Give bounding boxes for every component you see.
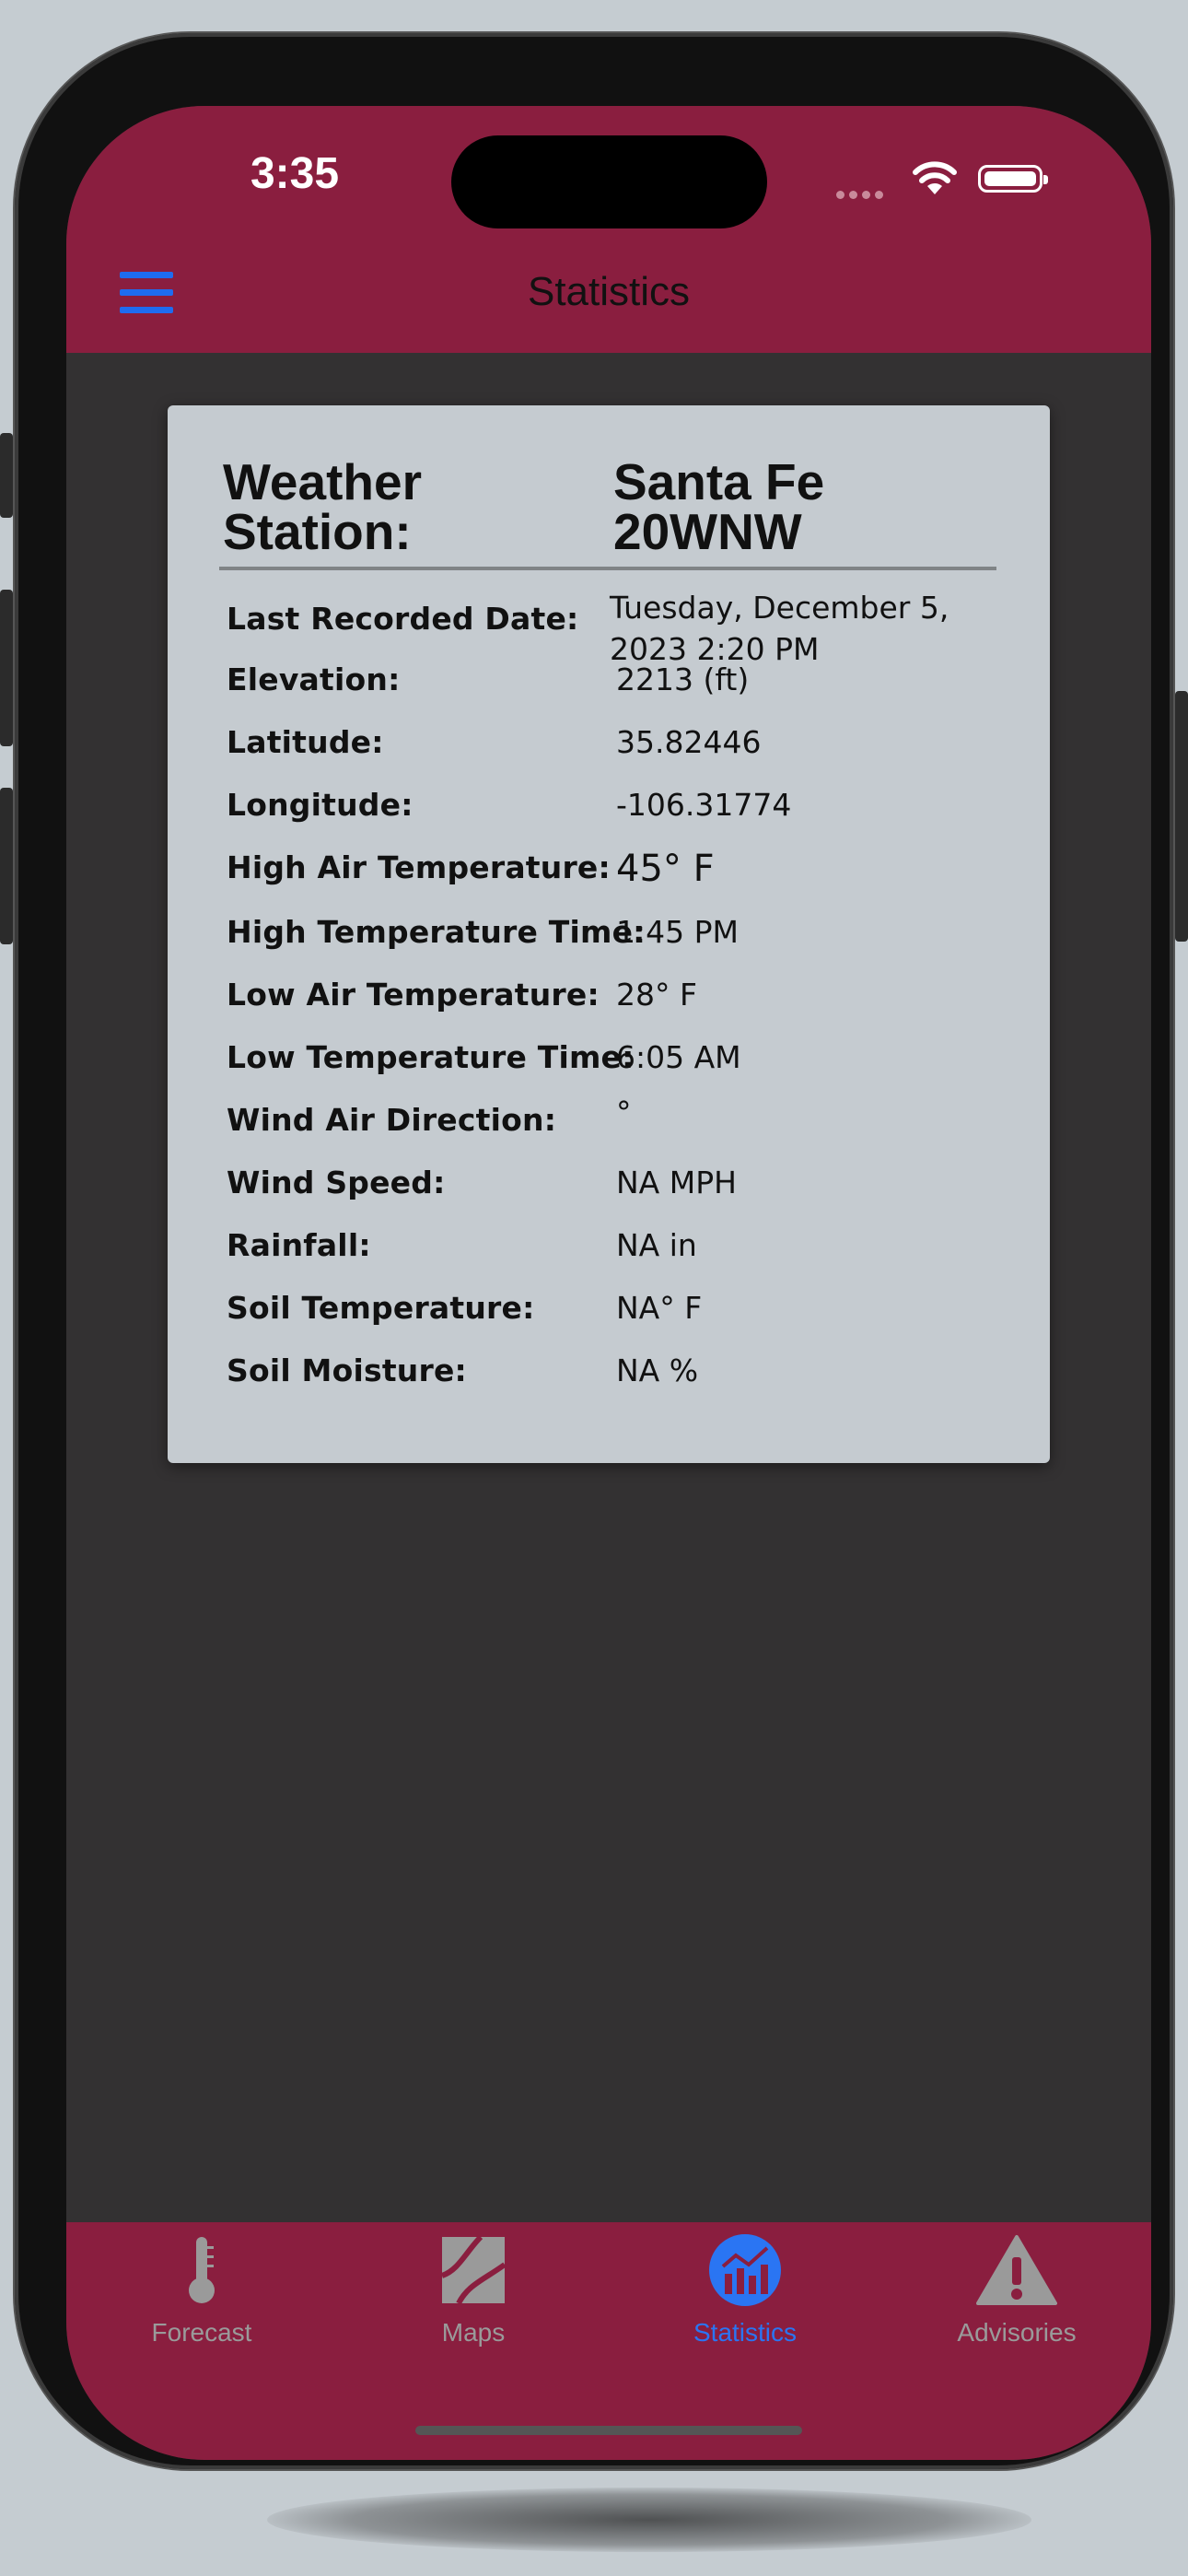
status-time: 3:35: [250, 149, 340, 198]
row-value: NA° F: [616, 1290, 703, 1326]
row-label: Soil Temperature:: [227, 1290, 535, 1326]
row-label: High Temperature Time:: [227, 914, 646, 950]
row-value: NA in: [616, 1227, 697, 1263]
row-value: 28° F: [616, 977, 697, 1013]
row-value: 6:05 AM: [616, 1039, 741, 1075]
battery-icon: [978, 165, 1048, 193]
tab-statistics[interactable]: Statistics: [653, 2233, 837, 2348]
cellular-signal-icon: [836, 185, 888, 203]
bottom-tab-bar: Forecast Maps Statistics Advisories: [66, 2222, 1151, 2460]
row-value: 35.82446: [616, 724, 762, 760]
row-label: Latitude:: [227, 724, 384, 760]
row-value: 1:45 PM: [616, 914, 739, 950]
tab-label: Advisories: [957, 2318, 1077, 2347]
row-label: Wind Air Direction:: [227, 1102, 557, 1138]
phone-frame: 3:35 Statistics Weather Station: Santa F…: [15, 33, 1173, 2469]
power-button: [1175, 691, 1188, 942]
row-label: Low Temperature Time:: [227, 1039, 635, 1075]
station-name: Santa Fe 20WNW: [613, 453, 825, 560]
row-value: -106.31774: [616, 787, 792, 823]
row-label: Rainfall:: [227, 1227, 371, 1263]
home-indicator[interactable]: [415, 2426, 802, 2435]
row-value: 2213 (ft): [616, 662, 750, 697]
row-value: Tuesday, December 5, 2023 2:20 PM: [610, 590, 949, 667]
action-button: [0, 433, 13, 518]
tab-forecast[interactable]: Forecast: [110, 2233, 294, 2348]
row-label: Soil Moisture:: [227, 1352, 467, 1388]
dynamic-island: [451, 135, 767, 228]
row-label: Last Recorded Date:: [227, 601, 579, 637]
warning-icon: [976, 2235, 1057, 2305]
header-divider: [219, 567, 996, 570]
row-value: NA MPH: [616, 1165, 737, 1200]
app-screen: 3:35 Statistics Weather Station: Santa F…: [66, 106, 1151, 2460]
station-heading-label: Weather Station:: [223, 453, 422, 560]
tab-advisories[interactable]: Advisories: [925, 2233, 1109, 2348]
row-value: NA %: [616, 1352, 699, 1388]
tab-maps[interactable]: Maps: [381, 2233, 565, 2348]
volume-down-button: [0, 788, 13, 944]
row-label: Elevation:: [227, 662, 401, 697]
map-icon: [440, 2234, 507, 2305]
row-value: °: [616, 1095, 632, 1130]
wifi-icon: [913, 161, 957, 194]
page-title: Statistics: [527, 269, 691, 314]
row-label: High Air Temperature:: [227, 849, 611, 885]
thermometer-icon: [189, 2237, 215, 2303]
row-value: 45° F: [616, 848, 715, 890]
row-label: Low Air Temperature:: [227, 977, 600, 1013]
tab-label: Statistics: [693, 2318, 798, 2347]
top-bar: 3:35 Statistics: [66, 106, 1151, 353]
volume-up-button: [0, 590, 13, 746]
row-label: Wind Speed:: [227, 1165, 446, 1200]
tab-label: Maps: [441, 2318, 506, 2347]
station-stats-card: Weather Station: Santa Fe 20WNW Last Rec…: [168, 405, 1050, 1463]
chart-icon: [709, 2234, 781, 2306]
tab-label: Forecast: [151, 2318, 252, 2347]
device-shadow: [267, 2488, 1031, 2552]
row-label: Longitude:: [227, 787, 413, 823]
